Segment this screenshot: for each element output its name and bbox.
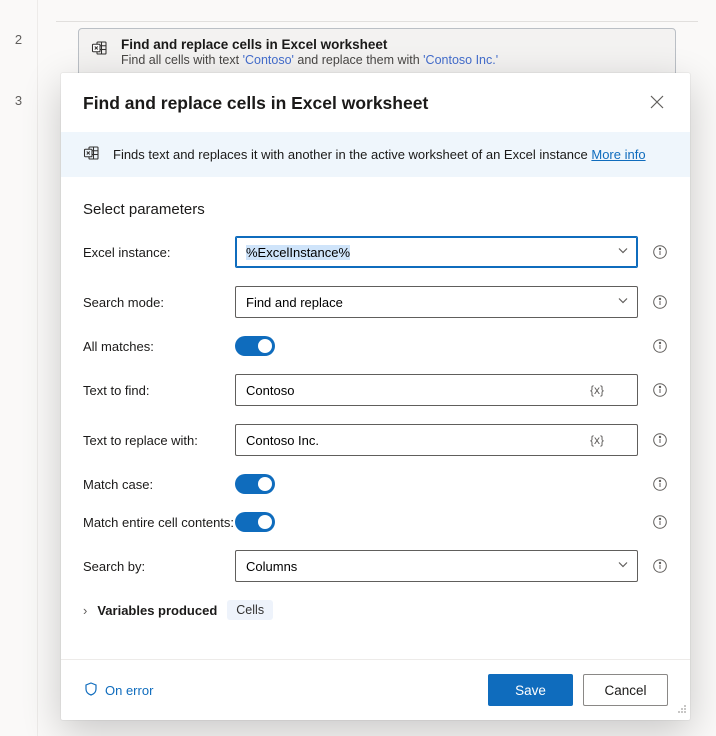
chevron-down-icon <box>617 559 629 574</box>
chevron-down-icon <box>617 245 629 260</box>
match-case-toggle[interactable] <box>235 474 275 494</box>
search-mode-select[interactable]: Find and replace <box>235 286 638 318</box>
dialog-title: Find and replace cells in Excel workshee… <box>83 93 428 114</box>
label-match-case: Match case: <box>83 477 235 492</box>
info-icon[interactable] <box>638 558 668 574</box>
action-card-subtitle: Find all cells with text 'Contoso' and r… <box>121 53 498 67</box>
excel-instance-select[interactable]: %ExcelInstance% <box>235 236 638 268</box>
label-search-mode: Search mode: <box>83 295 235 310</box>
resize-handle-icon[interactable] <box>677 702 687 717</box>
on-error-link[interactable]: On error <box>83 681 153 700</box>
variable-chip[interactable]: Cells <box>227 600 273 620</box>
info-text: Finds text and replaces it with another … <box>113 147 646 162</box>
info-icon[interactable] <box>638 514 668 530</box>
info-bar: Finds text and replaces it with another … <box>61 132 690 177</box>
action-card-title: Find and replace cells in Excel workshee… <box>121 37 498 52</box>
top-divider <box>56 0 698 22</box>
info-icon[interactable] <box>638 382 668 398</box>
label-search-by: Search by: <box>83 559 235 574</box>
info-icon[interactable] <box>638 476 668 492</box>
save-button[interactable]: Save <box>488 674 573 706</box>
label-excel-instance: Excel instance: <box>83 245 235 260</box>
shield-icon <box>83 681 99 700</box>
more-info-link[interactable]: More info <box>591 147 645 162</box>
search-by-select[interactable]: Columns <box>235 550 638 582</box>
label-all-matches: All matches: <box>83 339 235 354</box>
label-text-to-replace: Text to replace with: <box>83 433 235 448</box>
label-text-to-find: Text to find: <box>83 383 235 398</box>
dialog-body: Select parameters Excel instance: %Excel… <box>61 177 690 659</box>
action-card-text: Find and replace cells in Excel workshee… <box>121 37 498 67</box>
action-dialog: Find and replace cells in Excel workshee… <box>61 73 690 720</box>
info-icon[interactable] <box>638 244 668 260</box>
section-heading: Select parameters <box>83 201 668 218</box>
text-to-find-input[interactable] <box>235 374 638 406</box>
info-icon[interactable] <box>638 294 668 310</box>
action-card[interactable]: Find and replace cells in Excel workshee… <box>78 28 676 77</box>
line-number: 2 <box>0 26 37 53</box>
info-icon[interactable] <box>638 338 668 354</box>
label-match-entire: Match entire cell contents: <box>83 515 235 530</box>
close-icon[interactable] <box>646 91 668 116</box>
match-entire-toggle[interactable] <box>235 512 275 532</box>
cancel-button[interactable]: Cancel <box>583 674 668 706</box>
excel-icon <box>83 144 101 165</box>
info-icon[interactable] <box>638 432 668 448</box>
text-to-replace-input[interactable] <box>235 424 638 456</box>
line-number: 3 <box>0 87 37 114</box>
variables-produced-label: Variables produced <box>97 603 217 618</box>
excel-icon <box>91 39 109 60</box>
dialog-header: Find and replace cells in Excel workshee… <box>61 73 690 132</box>
all-matches-toggle[interactable] <box>235 336 275 356</box>
left-gutter: 2 3 <box>0 0 38 736</box>
variables-produced-row[interactable]: › Variables produced Cells <box>83 600 668 620</box>
chevron-right-icon: › <box>83 603 87 618</box>
dialog-footer: On error Save Cancel <box>61 659 690 720</box>
chevron-down-icon <box>617 295 629 310</box>
